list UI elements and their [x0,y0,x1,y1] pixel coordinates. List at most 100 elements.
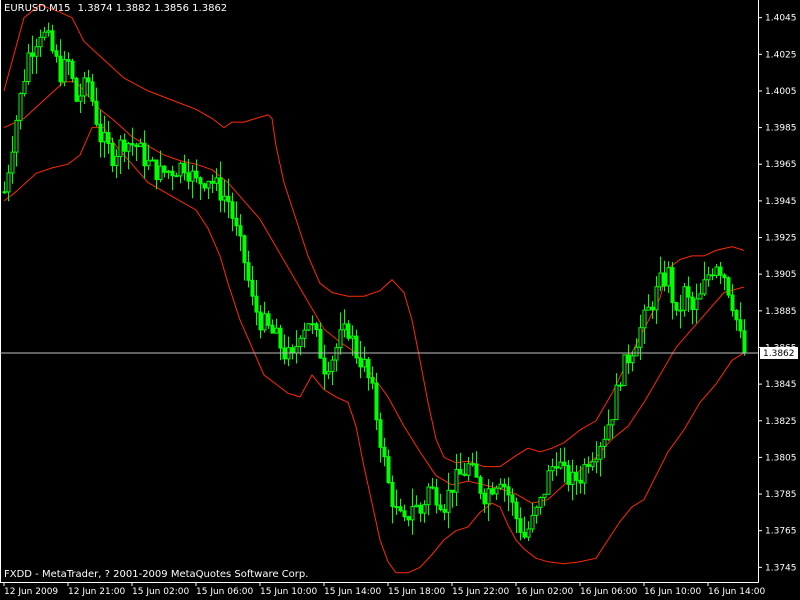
candle-body [54,50,59,57]
candle-body [334,347,339,361]
candle-body [650,306,655,311]
x-tick-label: 15 Jun 06:00 [196,587,253,597]
candle-body [42,31,47,38]
x-tick-label: 16 Jun 10:00 [644,587,701,597]
x-tick-label: 15 Jun 22:00 [452,587,509,597]
candle-body [646,306,651,311]
y-tick-label: 1.3765 [765,527,797,537]
candle-body [258,311,263,331]
candle-body [326,371,331,375]
x-tick-label: 16 Jun 02:00 [516,587,573,597]
candle-body [74,77,79,102]
candle-body [90,81,95,102]
candle-body [578,479,583,484]
candle-body [146,160,151,167]
candle-body [306,323,311,331]
y-tick-label: 1.4005 [765,87,797,97]
candle-body [222,195,227,201]
candle-body [462,473,467,476]
candle-body [270,324,275,334]
current-price-label: 1.3862 [763,349,795,359]
candle-body [122,139,127,152]
y-tick-label: 1.3925 [765,234,797,244]
candle-body [566,464,571,485]
candle-body [2,191,7,194]
candle-body [18,93,23,121]
candle-body [366,358,371,379]
candle-body [262,313,267,331]
ohlc-values: 1.3874 1.3882 1.3856 1.3862 [77,3,228,14]
candle-body [202,183,207,189]
candle-body [606,424,611,440]
candle-body [110,143,115,167]
y-tick-label: 1.3805 [765,453,797,463]
candle-body [82,77,87,97]
candle-body [14,119,19,153]
candle-body [218,177,223,201]
candle-body [398,506,403,512]
candle-body [226,195,231,203]
candle-body [546,470,551,495]
candle-body [550,466,555,472]
x-tick-label: 12 Jun 21:00 [68,587,125,597]
candle-body [210,180,215,184]
candle-body [474,463,479,478]
candle-body [666,267,671,287]
candle-body [678,309,683,312]
candle-body [654,286,659,311]
chart-window[interactable]: 1.4045 1.4025 1.4005 1.3985 1.3965 1.3945 1.39… [0,0,800,600]
candle-body [102,132,107,143]
x-tick-label: 16 Jun 06:00 [580,587,637,597]
candle-body [394,506,399,509]
candle-body [298,337,303,348]
candle-body [402,510,407,518]
candle-body [338,329,343,349]
y-tick-label: 1.3905 [765,270,797,280]
candle-body [318,329,323,359]
candle-body [634,346,639,357]
candle-body [162,165,167,173]
candle-body [118,139,123,157]
candle-body [158,165,163,181]
candle-body [98,123,103,143]
candle-body [430,486,435,489]
x-tick-label: 15 Jun 02:00 [132,587,189,597]
candle-body [538,497,543,508]
price-chart[interactable]: 1.4045 1.4025 1.4005 1.3985 1.3965 1.3945 1.39… [0,0,800,600]
x-tick-label: 12 Jun 2009 [4,587,58,597]
candle-body [710,274,715,277]
candle-body [518,518,523,533]
candle-body [214,177,219,184]
candle-body [602,438,607,447]
candle-body [574,471,579,481]
x-tick-label: 16 Jun 14:00 [708,587,765,597]
candle-body [330,359,335,373]
current-price-layer: 1.3862 [0,346,798,359]
y-tick-label: 1.3785 [765,490,797,500]
candle-body [626,354,631,364]
candle-body [38,36,43,48]
candle-body [466,463,471,476]
candle-body [702,279,707,295]
candle-body [406,516,411,521]
candle-body [350,335,355,339]
candle-body [382,446,387,458]
candle-body [374,382,379,421]
candle-body [722,274,727,279]
candle-body [498,483,503,489]
candle-body [662,272,667,287]
candle-body [170,170,175,177]
candle-body [126,143,131,152]
candle-body [134,144,139,148]
candle-body [410,506,415,521]
candle-body [470,463,475,466]
y-tick-label: 1.3825 [765,417,797,427]
candle-body [174,175,179,178]
candle-body [130,143,135,146]
candle-body [66,59,71,62]
candle-body [34,46,39,57]
candle-body [186,172,191,182]
candle-body [554,466,559,469]
candle-body [70,60,75,79]
candle-body [502,483,507,488]
